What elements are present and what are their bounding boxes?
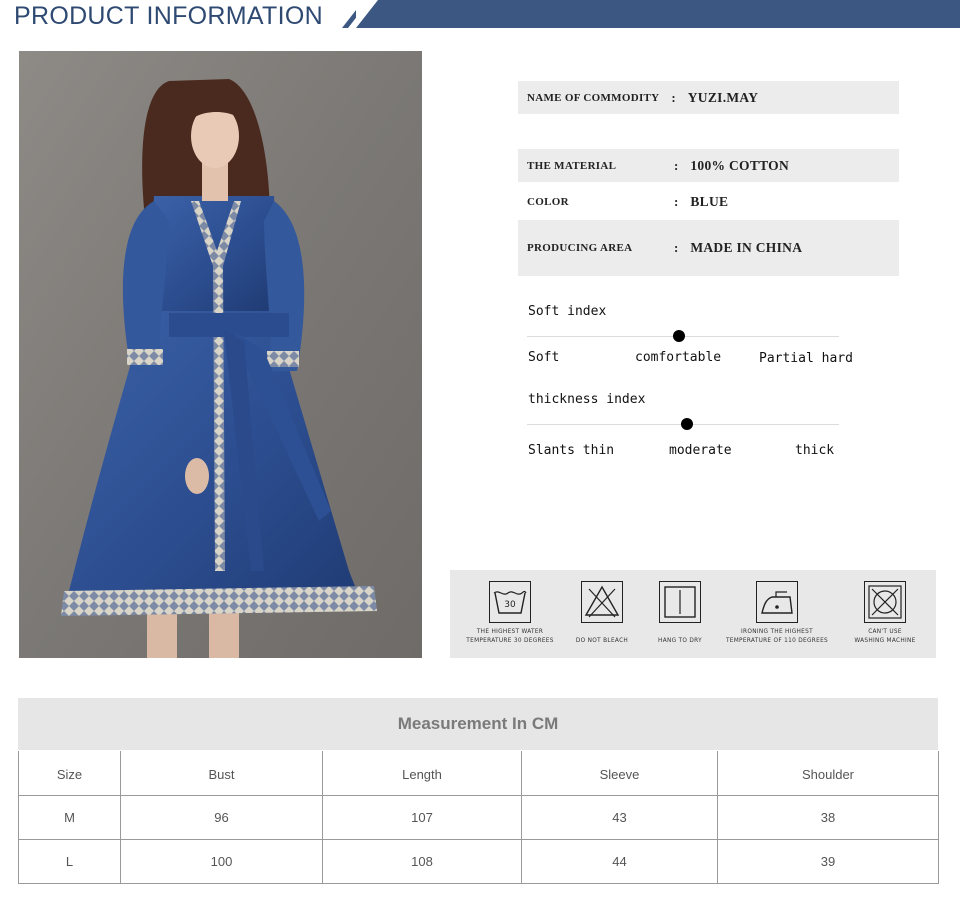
- page-title: PRODUCT INFORMATION: [14, 2, 323, 30]
- wash-temp-text: 30: [504, 600, 516, 610]
- care-instructions: 30 THE HIGHEST WATER TEMPERATURE 30 DEGR…: [450, 570, 936, 658]
- spec-label: THE MATERIAL: [527, 159, 617, 172]
- spec-row-material: THE MATERIAL : 100% COTTON: [518, 149, 899, 182]
- thickness-index-left: Slants thin: [528, 443, 615, 458]
- column-header-length: Length: [322, 751, 522, 796]
- spec-label: NAME OF COMMODITY: [527, 91, 660, 104]
- care-item-bleach: DO NOT BLEACH: [562, 570, 642, 658]
- care-label-line-1: CAN'T USE: [868, 629, 902, 635]
- thickness-index-title: thickness index: [528, 392, 646, 407]
- table-cell: 107: [322, 794, 522, 840]
- soft-index-middle: comfortable: [635, 350, 722, 365]
- spec-label: COLOR: [527, 196, 569, 208]
- table-cell: L: [18, 838, 121, 884]
- spec-colon: :: [674, 240, 679, 255]
- header-band: [356, 0, 960, 28]
- care-label-line-1: IRONING THE HIGHEST: [741, 629, 813, 635]
- column-header-shoulder: Shoulder: [717, 751, 939, 796]
- column-header-bust: Bust: [120, 751, 323, 796]
- soft-index-title: Soft index: [528, 304, 607, 319]
- care-item-no-machine: CAN'T USE WASHING MACHINE: [835, 570, 935, 658]
- measurement-title: Measurement In CM: [18, 698, 938, 750]
- column-header-size: Size: [18, 751, 121, 796]
- spec-row-commodity: NAME OF COMMODITY : YUZI.MAY: [518, 81, 899, 114]
- table-cell: 108: [322, 838, 522, 884]
- column-header-sleeve: Sleeve: [521, 751, 718, 796]
- care-label: THE HIGHEST WATER TEMPERATURE 30 DEGREES: [466, 628, 553, 646]
- table-cell: 44: [521, 838, 718, 884]
- product-photo: [19, 51, 422, 658]
- table-cell: 43: [521, 794, 718, 840]
- page-header: PRODUCT INFORMATION: [0, 0, 960, 32]
- care-item-iron: IRONING THE HIGHEST TEMPERATURE OF 110 D…: [712, 570, 842, 658]
- care-label-line-2: TEMPERATURE OF 110 DEGREES: [725, 638, 829, 644]
- spec-row-color: COLOR : BLUE: [518, 187, 899, 217]
- spec-row-producing-area: PRODUCING AREA : MADE IN CHINA: [518, 220, 899, 276]
- care-label: IRONING THE HIGHEST TEMPERATURE OF 110 D…: [726, 628, 828, 646]
- no-machine-wash-icon: [864, 581, 906, 623]
- care-label-line-1: THE HIGHEST WATER: [476, 629, 544, 635]
- care-label: CAN'T USE WASHING MACHINE: [854, 628, 915, 646]
- care-label: DO NOT BLEACH: [576, 628, 628, 646]
- thickness-index-marker: [681, 418, 693, 430]
- care-label-line-2: TEMPERATURE 30 DEGREES: [466, 638, 554, 644]
- table-cell: 100: [120, 838, 323, 884]
- thickness-index-right: thick: [795, 443, 835, 458]
- table-cell: 96: [120, 794, 323, 840]
- do-not-bleach-icon: [581, 581, 623, 623]
- care-item-wash: 30 THE HIGHEST WATER TEMPERATURE 30 DEGR…: [450, 570, 570, 658]
- spec-value: 100% COTTON: [690, 157, 790, 173]
- spec-value: BLUE: [690, 194, 729, 209]
- table-row: M 96 107 43 38: [18, 794, 939, 840]
- table-cell: M: [18, 794, 121, 840]
- care-label-line-2: WASHING MACHINE: [854, 638, 916, 644]
- spec-value: YUZI.MAY: [687, 89, 759, 105]
- care-label-line-2: HANG TO DRY: [658, 638, 702, 644]
- header-wedge: [356, 0, 378, 28]
- care-item-hang: HANG TO DRY: [640, 570, 720, 658]
- thickness-index-middle: moderate: [669, 443, 732, 458]
- measurement-table: Size Bust Length Sleeve Shoulder M 96 10…: [18, 751, 939, 884]
- spec-colon: :: [674, 194, 679, 209]
- hang-dry-icon: [659, 581, 701, 623]
- care-label-line-2: DO NOT BLEACH: [575, 638, 629, 644]
- table-cell: 39: [717, 838, 939, 884]
- table-header-row: Size Bust Length Sleeve Shoulder: [18, 751, 939, 796]
- spec-label: PRODUCING AREA: [527, 242, 633, 254]
- spec-value: MADE IN CHINA: [690, 240, 803, 255]
- soft-index-left: Soft: [528, 350, 560, 365]
- spec-colon: :: [674, 157, 679, 173]
- table-row: L 100 108 44 39: [18, 838, 939, 884]
- soft-index-marker: [673, 330, 685, 342]
- iron-icon: [756, 581, 798, 623]
- table-cell: 38: [717, 794, 939, 840]
- care-label: HANG TO DRY: [658, 628, 702, 646]
- wash-30-icon: 30: [489, 581, 531, 623]
- spec-colon: :: [671, 89, 676, 105]
- soft-index-right: Partial hard: [759, 351, 853, 366]
